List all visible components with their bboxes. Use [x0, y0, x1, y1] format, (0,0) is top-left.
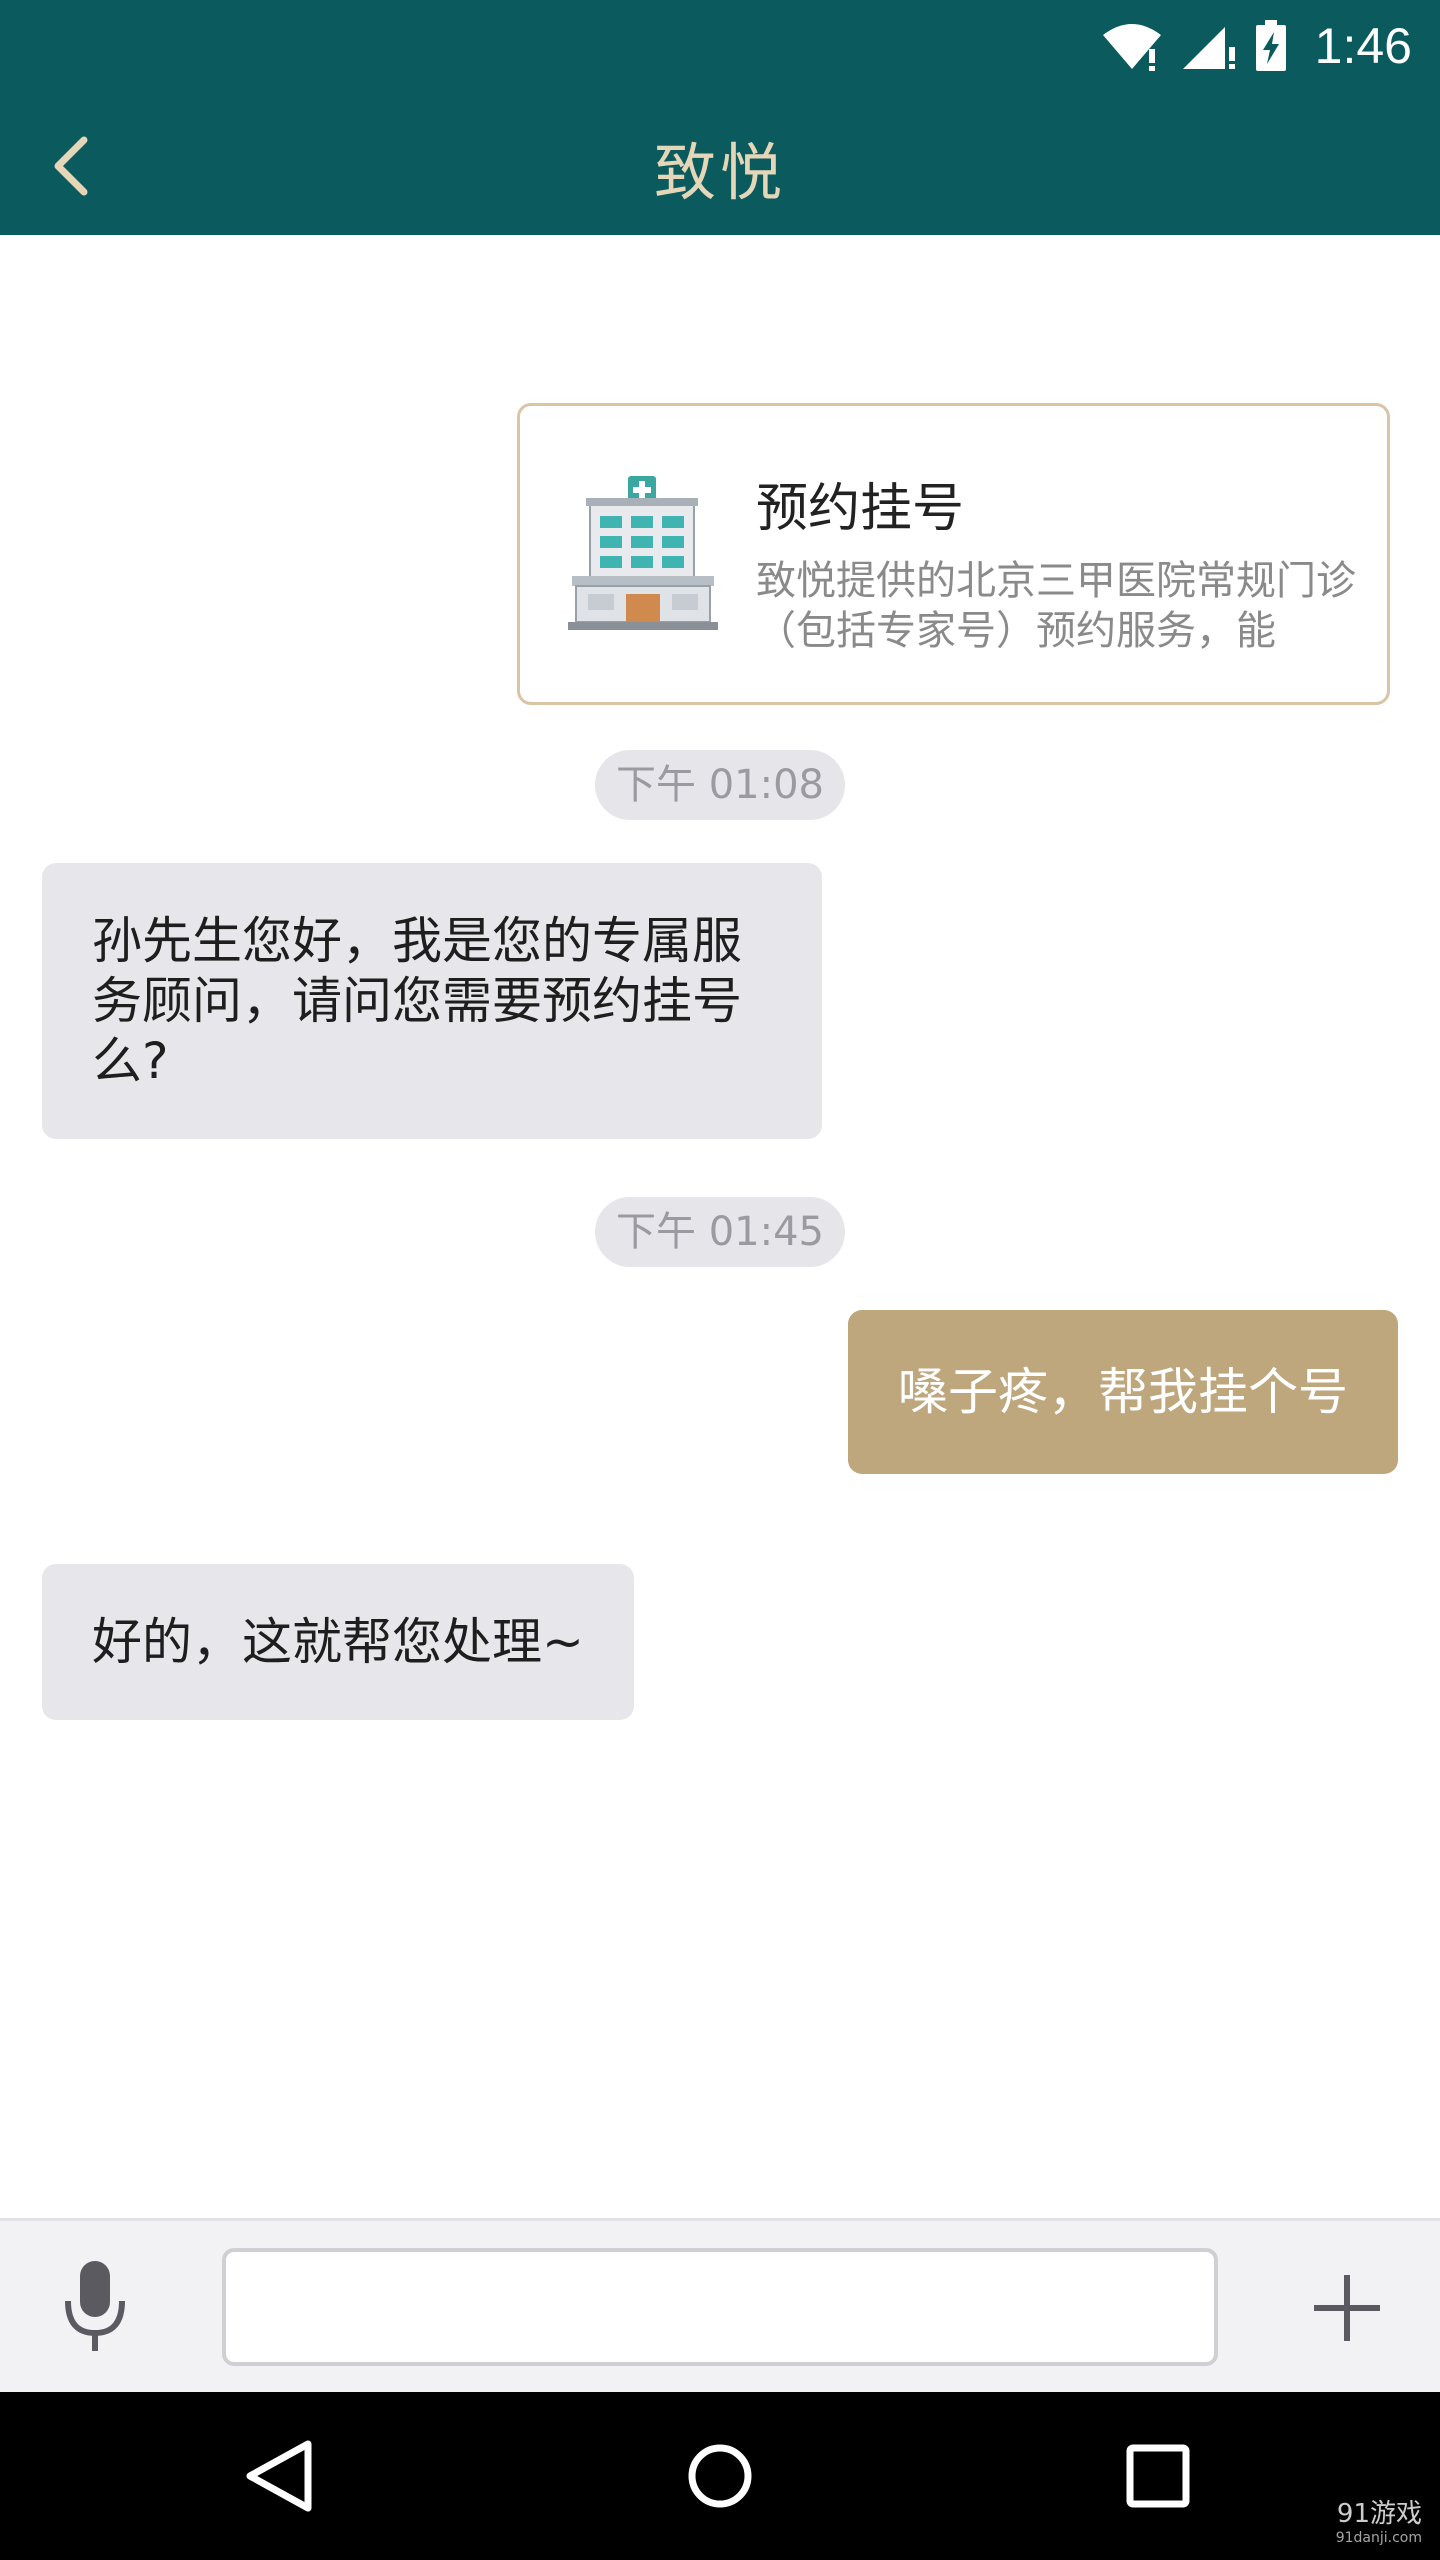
watermark-main: 91游戏	[1336, 2499, 1422, 2529]
top-bar: 1:46 致悦	[0, 0, 1440, 235]
watermark-sub: 91danji.com	[1335, 2530, 1422, 2546]
hospital-icon	[568, 476, 718, 630]
more-button[interactable]	[1300, 2261, 1395, 2356]
wifi-icon	[1102, 24, 1161, 71]
incoming-message[interactable]: 孙先生您好，我是您的专属服务顾问，请问您需要预约挂号么?	[42, 863, 822, 1139]
timestamp: 下午 01:08	[595, 750, 845, 820]
incoming-message[interactable]: 好的，这就帮您处理~	[42, 1564, 634, 1720]
status-time: 1:46	[1314, 18, 1412, 74]
voice-button[interactable]	[50, 2257, 140, 2357]
card-description: 致悦提供的北京三甲医院常规门诊（包括专家号）预约服务，能	[756, 558, 1356, 654]
outgoing-message[interactable]: 嗓子疼，帮我挂个号	[848, 1310, 1398, 1474]
battery-icon	[1255, 20, 1286, 71]
chat-area[interactable]: 预约挂号 致悦提供的北京三甲医院常规门诊（包括专家号）预约服务，能 下午 01:…	[0, 235, 1440, 2218]
appointment-card[interactable]: 预约挂号 致悦提供的北京三甲医院常规门诊（包括专家号）预约服务，能	[517, 403, 1390, 705]
card-title: 预约挂号	[756, 479, 965, 539]
status-bar: 1:46	[0, 0, 1440, 92]
message-input[interactable]	[222, 2248, 1218, 2366]
page-title: 致悦	[653, 136, 786, 209]
nav-back-icon	[246, 2440, 312, 2512]
nav-home-button[interactable]	[670, 2426, 770, 2526]
nav-home-icon	[688, 2444, 752, 2508]
input-bar	[0, 2218, 1440, 2392]
watermark: 91游戏 91danji.com	[1336, 2493, 1422, 2546]
signal-icon	[1182, 27, 1235, 69]
timestamp: 下午 01:45	[595, 1197, 845, 1267]
app-bar: 致悦	[0, 92, 1440, 235]
navigation-bar: 91游戏 91danji.com	[0, 2392, 1440, 2560]
nav-recents-button[interactable]	[1108, 2426, 1208, 2526]
plus-icon	[1314, 2275, 1380, 2341]
nav-back-button[interactable]	[232, 2426, 332, 2526]
microphone-icon	[65, 2261, 125, 2351]
status-icons: 1:46	[1101, 14, 1412, 78]
nav-recents-icon	[1126, 2444, 1190, 2508]
